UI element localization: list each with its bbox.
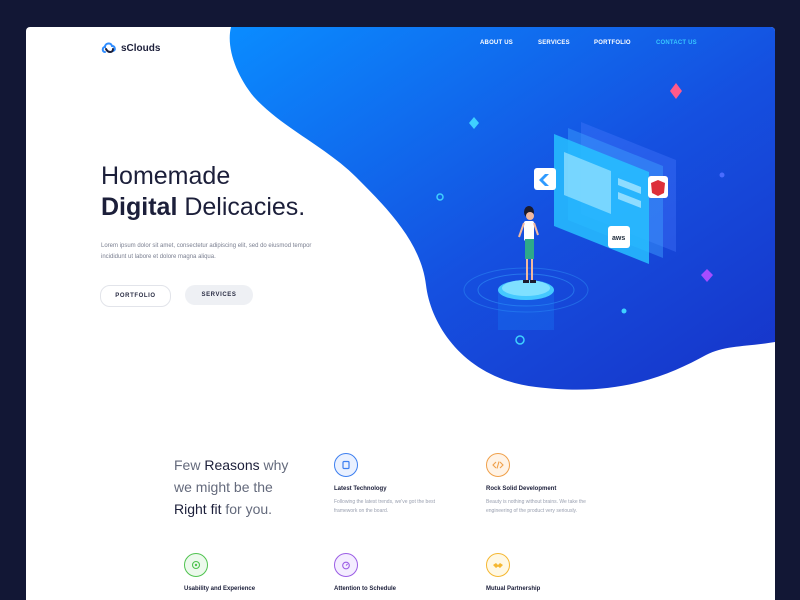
handshake-icon — [486, 553, 510, 577]
ring-medium-icon — [515, 335, 525, 345]
code-icon — [486, 453, 510, 477]
reasons-line1-bold: Reasons — [204, 457, 260, 473]
reasons-line3-post: for you. — [221, 501, 273, 517]
feature-title: Latest Technology — [334, 486, 387, 492]
feature-description: Beauty is nothing without brains. We tak… — [486, 499, 586, 514]
tablet-icon — [334, 453, 358, 477]
feature-rock-solid-development: Rock Solid Development Beauty is nothing… — [486, 453, 626, 516]
reasons-line1-post: why — [259, 457, 289, 473]
target-icon — [184, 553, 208, 577]
diamond-purple-icon — [701, 269, 713, 282]
feature-usability-and-experience: Usability and Experience — [184, 553, 324, 592]
diamond-pink-icon — [670, 83, 682, 99]
reasons-line3: Right fit for you. — [174, 498, 288, 520]
feature-title: Attention to Schedule — [334, 586, 396, 592]
reasons-line1-pre: Few — [174, 457, 205, 473]
dot-cyan-icon — [621, 308, 627, 314]
decorative-shapes — [436, 83, 725, 345]
reasons-line3-bold: Right fit — [174, 501, 222, 517]
feature-title: Rock Solid Development — [486, 486, 557, 492]
reasons-line1: Few Reasons why — [174, 454, 288, 476]
reasons-heading: Few Reasons why we might be the Right fi… — [174, 454, 288, 520]
diamond-cyan-icon — [469, 117, 479, 129]
feature-attention-to-schedule: Attention to Schedule — [334, 553, 474, 592]
timer-icon — [334, 553, 358, 577]
dot-icon — [719, 172, 725, 178]
reasons-line2: we might be the — [174, 479, 273, 495]
feature-description: Following the latest trends, we've got t… — [334, 499, 436, 514]
ring-small-icon — [436, 193, 444, 201]
feature-title: Mutual Partnership — [486, 586, 541, 592]
feature-mutual-partnership: Mutual Partnership — [486, 553, 626, 592]
feature-latest-technology: Latest Technology Following the latest t… — [334, 453, 474, 516]
page-frame: sClouds ABOUT US SERVICES PORTFOLIO CONT… — [26, 27, 775, 600]
feature-title: Usability and Experience — [184, 586, 256, 592]
